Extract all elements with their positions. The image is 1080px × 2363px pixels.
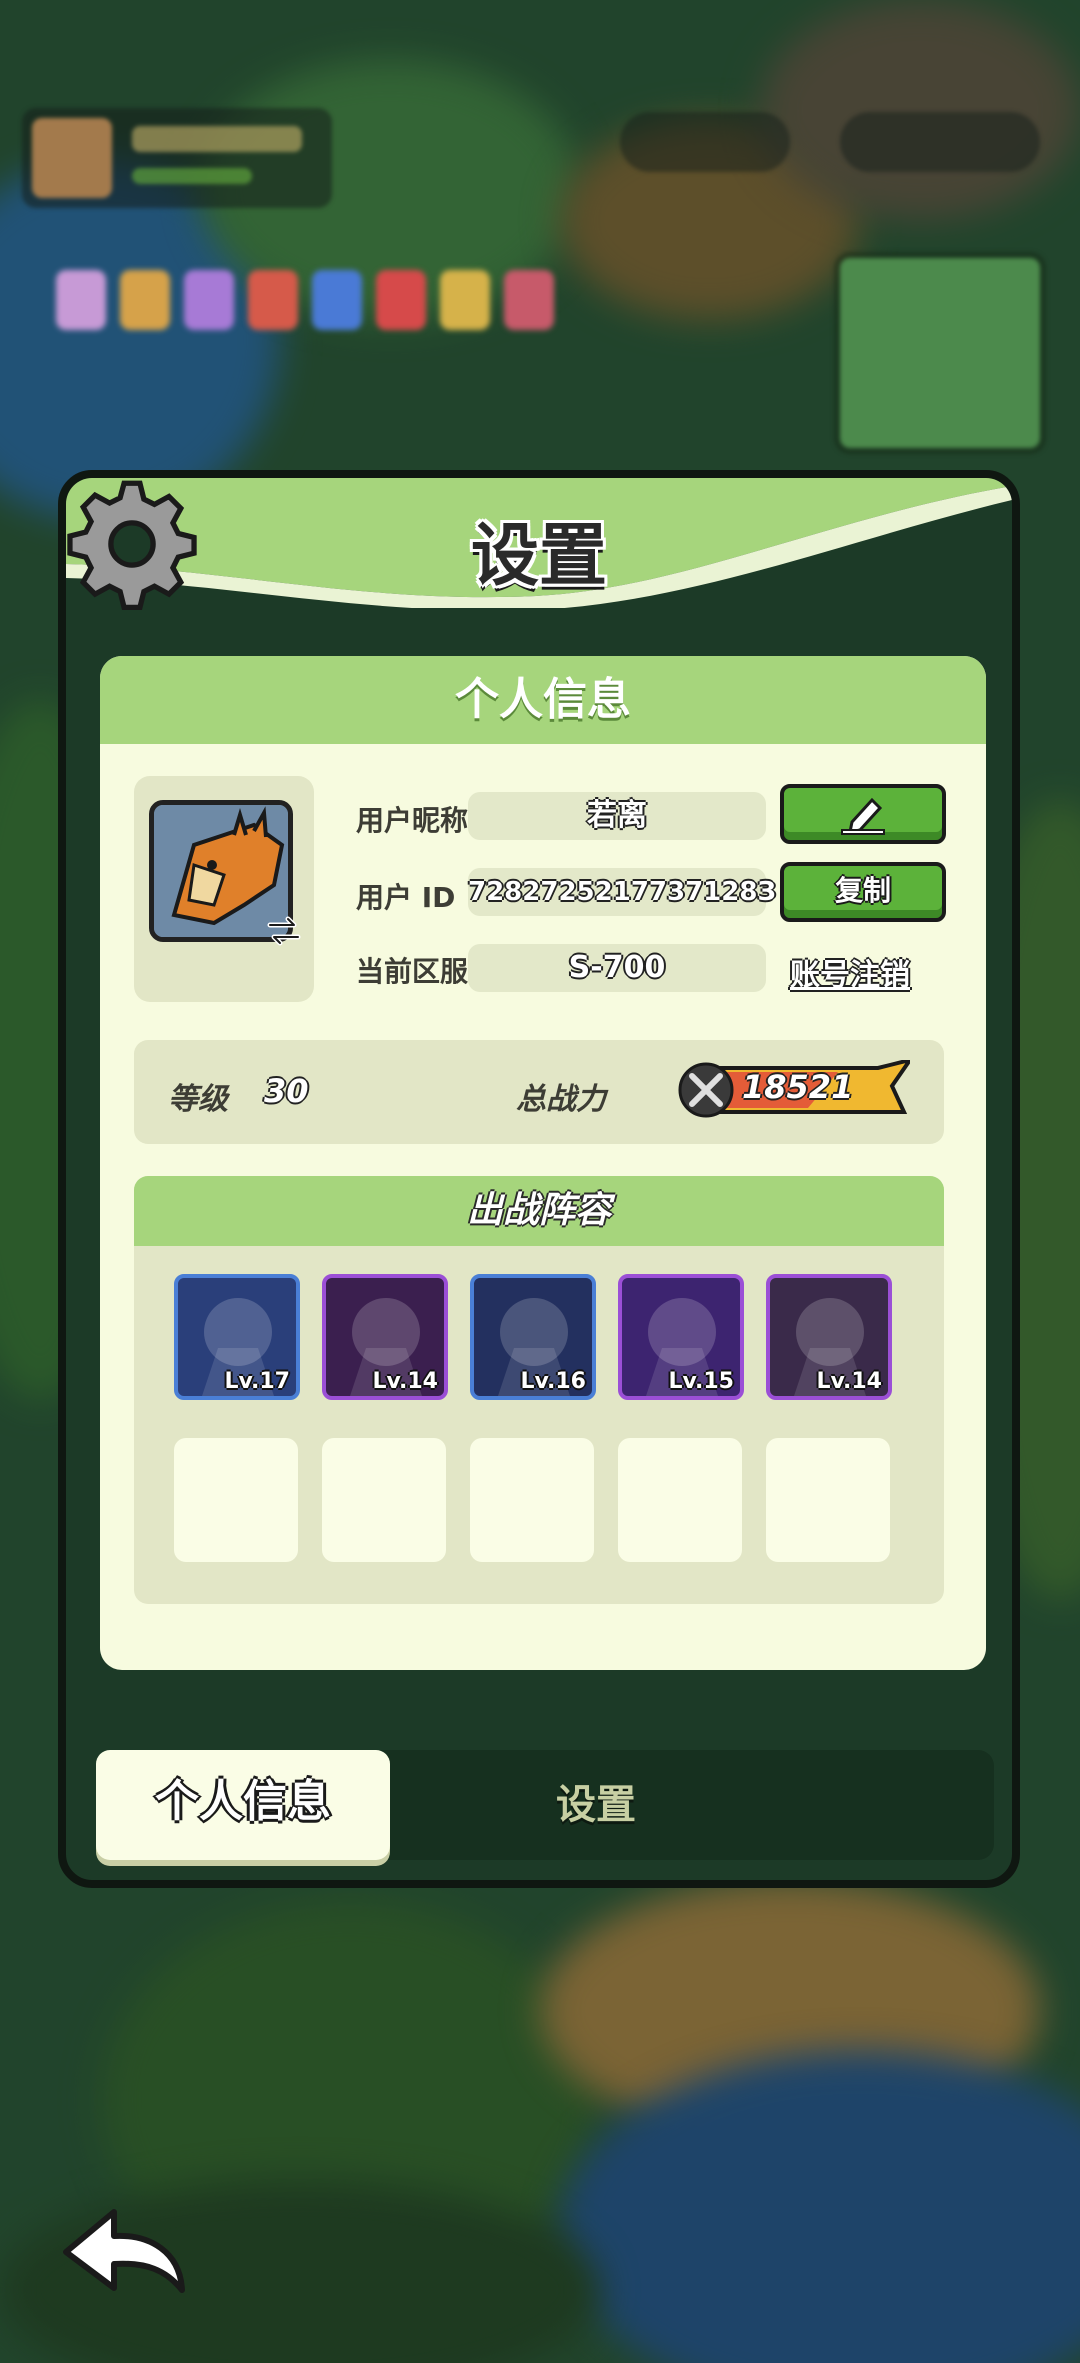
dialog-title: 设置 — [470, 517, 607, 596]
hero-slot[interactable]: Lv.17 — [174, 1274, 300, 1400]
battle-lineup: 出战阵容 Lv.17 Lv.14 Lv.16 Lv.15 Lv.14 — [134, 1176, 944, 1604]
settings-dialog: 设置 个人信息 用户昵称 若离 用户 ID 7282725217737128З … — [58, 470, 1020, 1888]
hud-name-bar — [132, 126, 302, 152]
hero-level: Lv.17 — [224, 1369, 290, 1394]
level-value: 30 — [264, 1072, 309, 1110]
empty-hero-slot[interactable] — [618, 1438, 742, 1562]
hud-resource — [620, 112, 790, 172]
power-label: 总战力 — [516, 1082, 606, 1117]
minimap — [840, 258, 1040, 448]
nickname-label: 用户昵称 — [356, 804, 469, 837]
pencil-icon — [841, 797, 885, 835]
empty-hero-slot[interactable] — [470, 1438, 594, 1562]
back-arrow-icon[interactable] — [58, 2200, 188, 2300]
level-label: 等级 — [168, 1082, 228, 1117]
hero-slot[interactable]: Lv.15 — [618, 1274, 744, 1400]
dialog-header: 设置 — [66, 478, 1012, 610]
empty-hero-slot[interactable] — [766, 1438, 890, 1562]
empty-hero-slot[interactable] — [174, 1438, 298, 1562]
hud-player-card — [22, 108, 332, 208]
tab-settings[interactable]: 设置 — [476, 1750, 716, 1860]
hud-resource — [840, 112, 1040, 172]
hud-exp-bar — [132, 168, 252, 184]
hud-icons-row — [56, 270, 554, 330]
personal-info-panel: 个人信息 用户昵称 若离 用户 ID 7282725217737128З 复制 … — [100, 656, 986, 1670]
nickname-field: 若离 — [468, 792, 766, 840]
edit-nickname-button[interactable] — [780, 784, 946, 844]
empty-hero-slot[interactable] — [322, 1438, 446, 1562]
hero-level: Lv.14 — [816, 1369, 882, 1394]
gear-icon — [67, 480, 197, 610]
lineup-title: 出战阵容 — [134, 1176, 944, 1246]
account-delete-link[interactable]: 账号注销 — [790, 950, 910, 994]
hud-avatar — [32, 118, 112, 198]
hero-slot[interactable]: Lv.16 — [470, 1274, 596, 1400]
tab-personal-info[interactable]: 个人信息 — [96, 1750, 390, 1860]
hero-level: Lv.16 — [520, 1369, 586, 1394]
avatar-box[interactable] — [134, 776, 314, 1002]
user-id-field: 7282725217737128З — [468, 868, 776, 916]
power-value: 18521 — [742, 1068, 854, 1106]
server-field: S-700 — [468, 944, 766, 992]
panel-title: 个人信息 — [100, 656, 986, 744]
swap-icon[interactable] — [264, 911, 304, 951]
hero-slot[interactable]: Lv.14 — [766, 1274, 892, 1400]
server-label: 当前区服 — [356, 955, 469, 988]
stats-row: 等级 30 总战力 18521 — [134, 1040, 944, 1144]
hero-slot[interactable]: Lv.14 — [322, 1274, 448, 1400]
user-id-label: 用户 ID — [356, 881, 456, 914]
copy-id-button[interactable]: 复制 — [780, 862, 946, 922]
hero-level: Lv.14 — [372, 1369, 438, 1394]
hero-level: Lv.15 — [668, 1369, 734, 1394]
tab-bar: 个人信息 设置 — [96, 1750, 994, 1860]
